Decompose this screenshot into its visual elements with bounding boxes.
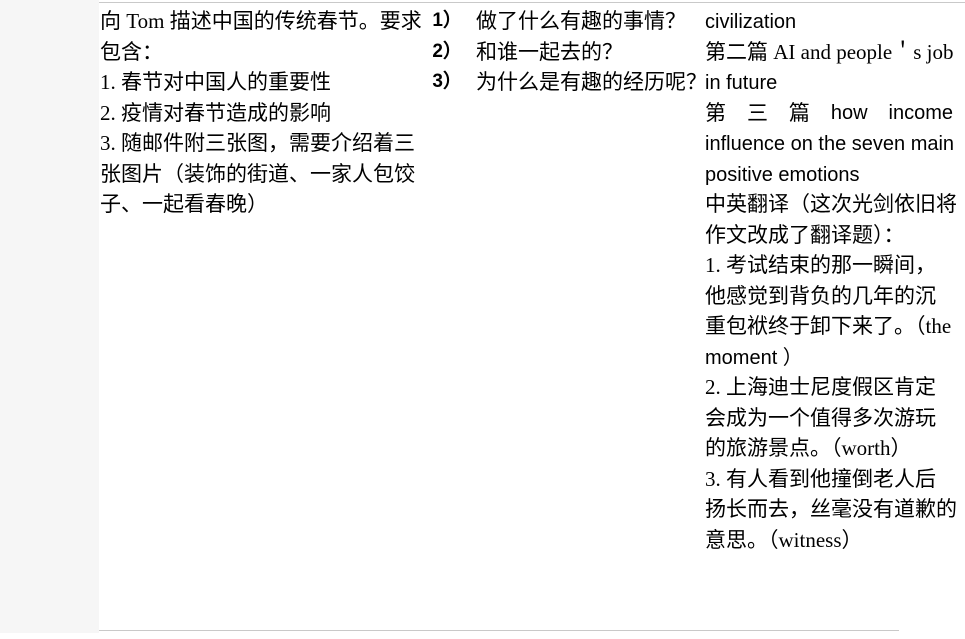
text-line-content: 1. 春节对中国人的重要性: [100, 70, 331, 94]
text-line-content: 2. 疫情对春节造成的影响: [100, 100, 331, 125]
justified-segment: how: [830, 101, 868, 124]
text-column-middle: 1） 做了什么有趣的事情？ 2） 和谁一起去的？ 3） 为什么是有趣的经历呢？: [424, 6, 707, 98]
document-page: 向 Tom 描述中国的传统春节。要求 包含： 1. 春节对中国人的重要性 2. …: [0, 0, 965, 639]
justified-segment: 三: [746, 100, 768, 125]
justified-text-line: 第 三 篇 how income: [705, 98, 953, 129]
enumerated-item-text: 做了什么有趣的事情？: [476, 9, 686, 33]
text-line-content: positive emotions: [705, 163, 860, 186]
text-line-content: in future: [705, 72, 778, 94]
text-line-content: 意思。（witness）: [705, 527, 863, 552]
text-line: 1. 春节对中国人的重要性: [100, 67, 425, 98]
text-line-content: 扬长而去，丝毫没有道歉的: [705, 497, 957, 521]
text-line: moment ）: [705, 342, 953, 373]
text-line-content: civilization: [705, 11, 797, 33]
enumerated-item-text: 为什么是有趣的经历呢？: [476, 70, 707, 94]
text-line-content: 向 Tom 描述中国的传统春节。要求: [100, 9, 422, 33]
text-line: 3. 有人看到他撞倒老人后: [705, 464, 953, 495]
text-line-content: 第二篇 AI and people＇s job: [705, 39, 954, 64]
text-line-content: 包含：: [100, 39, 163, 64]
text-line-content: 3. 随邮件附三张图，需要介绍着三: [100, 131, 415, 155]
text-line-content: 重包袱终于卸下来了。（the: [705, 314, 952, 338]
enumerated-item: 3） 为什么是有趣的经历呢？: [424, 67, 707, 98]
text-line: 2. 疫情对春节造成的影响: [100, 98, 425, 129]
text-line: 向 Tom 描述中国的传统春节。要求: [100, 6, 425, 37]
enumerator-marker: 2）: [432, 40, 462, 62]
text-line: 扬长而去，丝毫没有道歉的: [705, 494, 957, 525]
text-line-content: 他感觉到背负的几年的沉: [705, 283, 936, 308]
text-line: 的旅游景点。（worth）: [705, 433, 953, 464]
text-line-content: 会成为一个值得多次游玩: [705, 405, 936, 430]
text-line: 张图片（装饰的街道、一家人包饺: [100, 159, 425, 190]
text-line: 作文改成了翻译题）：: [705, 220, 953, 251]
text-line: 他感觉到背负的几年的沉: [705, 281, 953, 312]
text-line-content: 1. 考试结束的那一瞬间，: [705, 253, 936, 277]
text-line: influence on the seven main: [705, 128, 955, 159]
text-line: 意思。（witness）: [705, 525, 953, 556]
text-line-content: 的旅游景点。（worth）: [705, 436, 912, 460]
text-column-left: 向 Tom 描述中国的传统春节。要求 包含： 1. 春节对中国人的重要性 2. …: [100, 6, 425, 220]
document-content: 向 Tom 描述中国的传统春节。要求 包含： 1. 春节对中国人的重要性 2. …: [0, 0, 965, 639]
justified-segment: income: [888, 101, 953, 124]
text-line-content: 2. 上海迪士尼度假区肯定: [705, 375, 936, 399]
justified-segment: 篇: [788, 100, 810, 125]
text-line: 会成为一个值得多次游玩: [705, 403, 953, 434]
text-line: 3. 随邮件附三张图，需要介绍着三: [100, 128, 425, 159]
text-line: 子、一起看春晚）: [100, 189, 425, 220]
enumerated-item: 1） 做了什么有趣的事情？: [424, 6, 694, 37]
text-line: 中英翻译（这次光剑依旧将: [705, 189, 957, 220]
enumerator-marker: 1）: [432, 10, 462, 31]
text-line-content: influence on the seven main: [705, 133, 955, 155]
text-column-right: civilization 第二篇 AI and people＇s job in …: [705, 6, 957, 556]
text-line: positive emotions: [705, 159, 953, 190]
text-line-content: 张图片（装饰的街道、一家人包饺: [100, 161, 415, 186]
text-line: 1. 考试结束的那一瞬间，: [705, 250, 953, 281]
enumerator-marker: 3）: [432, 71, 462, 92]
text-line-content: 3. 有人看到他撞倒老人后: [705, 466, 936, 491]
text-line: civilization: [705, 6, 953, 37]
text-line-content: moment ）: [705, 346, 803, 369]
text-line: 包含：: [100, 37, 425, 68]
enumerated-item-text: 和谁一起去的？: [476, 39, 623, 64]
text-line-content: 子、一起看春晚）: [100, 192, 268, 216]
text-line-content: 中英翻译（这次光剑依旧将: [705, 192, 957, 216]
justified-segment: 第: [705, 100, 726, 125]
text-line: 2. 上海迪士尼度假区肯定: [705, 372, 953, 403]
text-line: 第二篇 AI and people＇s job: [705, 37, 953, 68]
text-line: 重包袱终于卸下来了。（the: [705, 311, 953, 342]
text-line-content: 作文改成了翻译题）：: [705, 222, 905, 247]
enumerated-item: 2） 和谁一起去的？: [424, 37, 694, 68]
text-line: in future: [705, 67, 953, 98]
